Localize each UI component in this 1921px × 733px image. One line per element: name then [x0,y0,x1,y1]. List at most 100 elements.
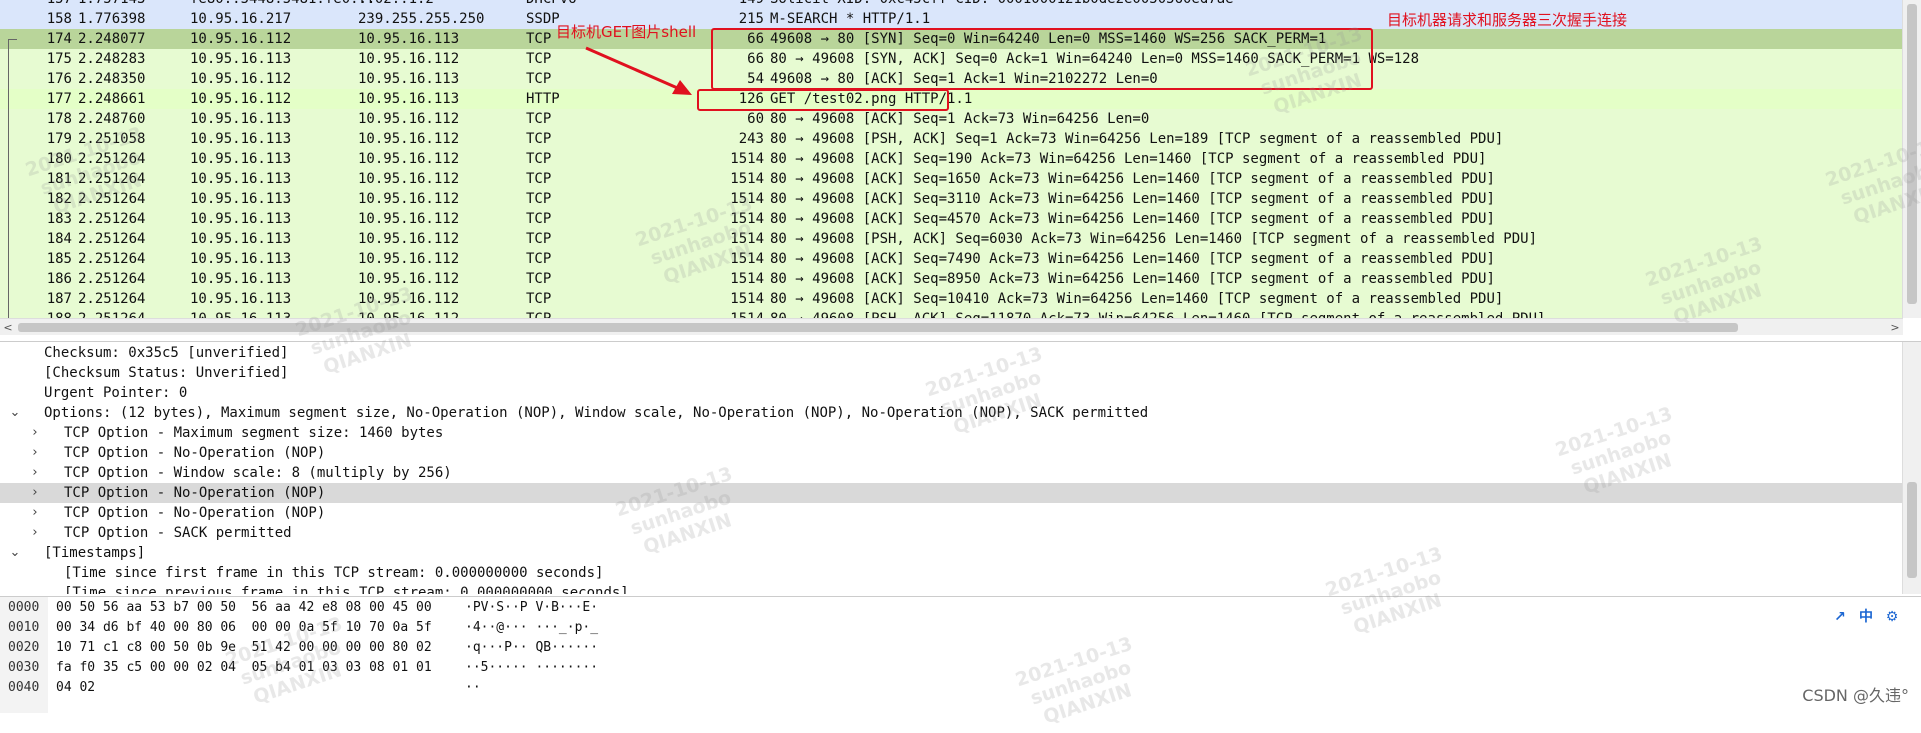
packet-row[interactable]: 183 2.251264 10.95.16.113 10.95.16.112 TCP 15… [0,209,1903,229]
packet-row[interactable]: 181 2.251264 10.95.16.113 10.95.16.112 TCP 15… [0,169,1903,189]
packet-proto-cell: TCP [526,131,552,147]
scroll-right-icon[interactable]: > [1887,319,1903,335]
bytes-off: 0030 [8,660,40,675]
packet-src-cell: 10.95.16.113 [190,211,292,227]
edit-icon[interactable]: ↗ [1829,606,1851,628]
packet-info-cell: 80 → 49608 [PSH, ACK] Seq=6030 Ack=73 Wi… [770,231,1538,247]
packet-dst-cell: 10.95.16.112 [358,291,460,307]
detail-row[interactable]: ⌄ Options: (12 bytes), Maximum segment si… [0,403,1903,423]
packet-dst-cell: 10.95.16.112 [358,51,460,67]
detail-row[interactable]: › TCP Option - No-Operation (NOP) [0,443,1903,463]
collapsed-caret-icon[interactable]: › [28,423,42,443]
detail-row[interactable]: › TCP Option - Maximum segment size: 1460… [0,423,1903,443]
packet-row[interactable]: 182 2.251264 10.95.16.113 10.95.16.112 TCP 15… [0,189,1903,209]
collapsed-caret-icon[interactable]: › [28,463,42,483]
packet-dst-cell: 10.95.16.112 [358,111,460,127]
vscroll-thumb[interactable] [1907,4,1917,304]
packet-time-cell: 1.757143 [78,0,145,9]
bytes-hex: 10 71 c1 c8 00 50 0b 9e 51 42 00 00 00 0… [56,640,432,655]
packet-dst-cell: 10.95.16.112 [358,171,460,187]
language-icon[interactable]: 中 [1855,606,1877,628]
packet-row[interactable]: 177 2.248661 10.95.16.112 10.95.16.113 HTTP 1… [0,89,1903,109]
collapsed-caret-icon[interactable]: › [28,503,42,523]
details-vscroll-thumb[interactable] [1907,482,1917,578]
detail-row[interactable]: Checksum: 0x35c5 [unverified] [0,343,1903,363]
detail-text: TCP Option - Window scale: 8 (multiply b… [64,465,452,481]
packet-proto-cell: DHCPv6 [526,0,577,9]
packet-dst-cell: 10.95.16.112 [358,231,460,247]
packet-proto-cell: TCP [526,111,552,127]
packet-len-cell: 1514 [730,191,764,207]
packet-row[interactable]: 185 2.251264 10.95.16.113 10.95.16.112 TCP 15… [0,249,1903,269]
detail-row[interactable]: Urgent Pointer: 0 [0,383,1903,403]
packet-dst-cell: 10.95.16.112 [358,131,460,147]
detail-row[interactable]: › TCP Option - SACK permitted [0,523,1903,543]
packet-len-cell: 1514 [730,251,764,267]
packet-time-cell: 2.248283 [78,51,146,67]
conversation-bracket [8,39,17,335]
hscroll-thumb[interactable] [18,323,1738,332]
packet-row[interactable]: 178 2.248760 10.95.16.113 10.95.16.112 TCP 60… [0,109,1903,129]
settings-icon[interactable]: ⚙ [1881,606,1903,628]
packet-proto-cell: TCP [526,291,552,307]
detail-text: Checksum: 0x35c5 [unverified] [44,345,289,361]
packet-row[interactable]: 157 1.757143 fe80::5448:5481:fe0...ff02::1… [0,0,1903,9]
packet-info-cell: 80 → 49608 [ACK] Seq=3110 Ack=73 Win=642… [770,191,1495,207]
detail-row[interactable]: ⌄ [Timestamps] [0,543,1903,563]
packet-time-cell: 2.251264 [78,191,146,207]
packet-row[interactable]: 180 2.251264 10.95.16.113 10.95.16.112 TCP 15… [0,149,1903,169]
detail-row[interactable]: [Time since previous frame in this TCP s… [0,583,1903,594]
detail-row[interactable]: [Checksum Status: Unverified] [0,363,1903,383]
packet-dst-cell: 10.95.16.112 [358,191,460,207]
packet-list-hscrollbar[interactable]: < > [0,318,1903,335]
scroll-left-icon[interactable]: < [0,319,16,335]
packet-list-vscrollbar[interactable] [1902,0,1921,318]
detail-row[interactable]: › TCP Option - No-Operation (NOP) [0,503,1903,523]
bytes-hex: 04 02 [56,680,96,695]
expanded-caret-icon[interactable]: ⌄ [8,543,22,563]
packet-dst-cell: 239.255.255.250 [358,11,485,27]
packet-proto-cell: TCP [526,211,552,227]
packet-time-cell: 2.251264 [78,251,146,267]
bytes-off: 0010 [8,620,40,635]
packet-time-cell: 2.251264 [78,231,146,247]
packet-proto-cell: TCP [526,251,552,267]
packet-info-cell: 80 → 49608 [ACK] Seq=1650 Ack=73 Win=642… [770,171,1495,187]
expanded-caret-icon[interactable]: ⌄ [8,403,22,423]
packet-proto-cell: HTTP [526,91,560,107]
packet-proto-cell: TCP [526,271,552,287]
packet-time-cell: 2.248077 [78,31,146,47]
packet-proto-cell: TCP [526,171,552,187]
details-vscrollbar[interactable] [1902,342,1921,594]
packet-src-cell: fe80::5448:5481:fe0... [190,0,375,9]
detail-row[interactable]: [Time since first frame in this TCP stre… [0,563,1903,583]
detail-text: Options: (12 bytes), Maximum segment siz… [44,405,1149,421]
packet-len-cell: 149 [660,0,764,9]
packet-dst-cell: ff02::1:2 [358,0,434,9]
packet-src-cell: 10.95.16.112 [190,91,292,107]
packet-row[interactable]: 179 2.251058 10.95.16.113 10.95.16.112 TCP 24… [0,129,1903,149]
packet-time-cell: 2.248661 [78,91,146,107]
packet-dst-cell: 10.95.16.113 [358,91,460,107]
get-shell-annotation: 目标机GET图片shell [556,23,697,41]
packet-len-cell: 243 [738,131,764,147]
collapsed-caret-icon[interactable]: › [28,443,42,463]
collapsed-caret-icon[interactable]: › [28,483,42,503]
collapsed-caret-icon[interactable]: › [28,523,42,543]
packet-len-cell: 1514 [730,271,764,287]
packet-row[interactable]: 186 2.251264 10.95.16.113 10.95.16.112 TCP 15… [0,269,1903,289]
packet-len-cell: 60 [747,111,764,127]
packet-time-cell: 2.248760 [78,111,146,127]
packet-bytes-pane: 0000 00 50 56 aa 53 b7 00 50 56 aa 42 e8 … [0,596,1921,713]
packet-dst-cell: 10.95.16.112 [358,251,460,267]
packet-time-cell: 2.251264 [78,211,146,227]
packet-src-cell: 10.95.16.112 [190,31,292,47]
detail-text: TCP Option - SACK permitted [64,525,292,541]
bytes-off: 0040 [8,680,40,695]
packet-time-cell: 2.248350 [78,71,146,87]
detail-row[interactable]: › TCP Option - No-Operation (NOP) [0,483,1903,503]
packet-row[interactable]: 187 2.251264 10.95.16.113 10.95.16.112 TCP 15… [0,289,1903,309]
detail-row[interactable]: › TCP Option - Window scale: 8 (multiply … [0,463,1903,483]
packet-src-cell: 10.95.16.113 [190,111,292,127]
packet-row[interactable]: 184 2.251264 10.95.16.113 10.95.16.112 TCP 15… [0,229,1903,249]
